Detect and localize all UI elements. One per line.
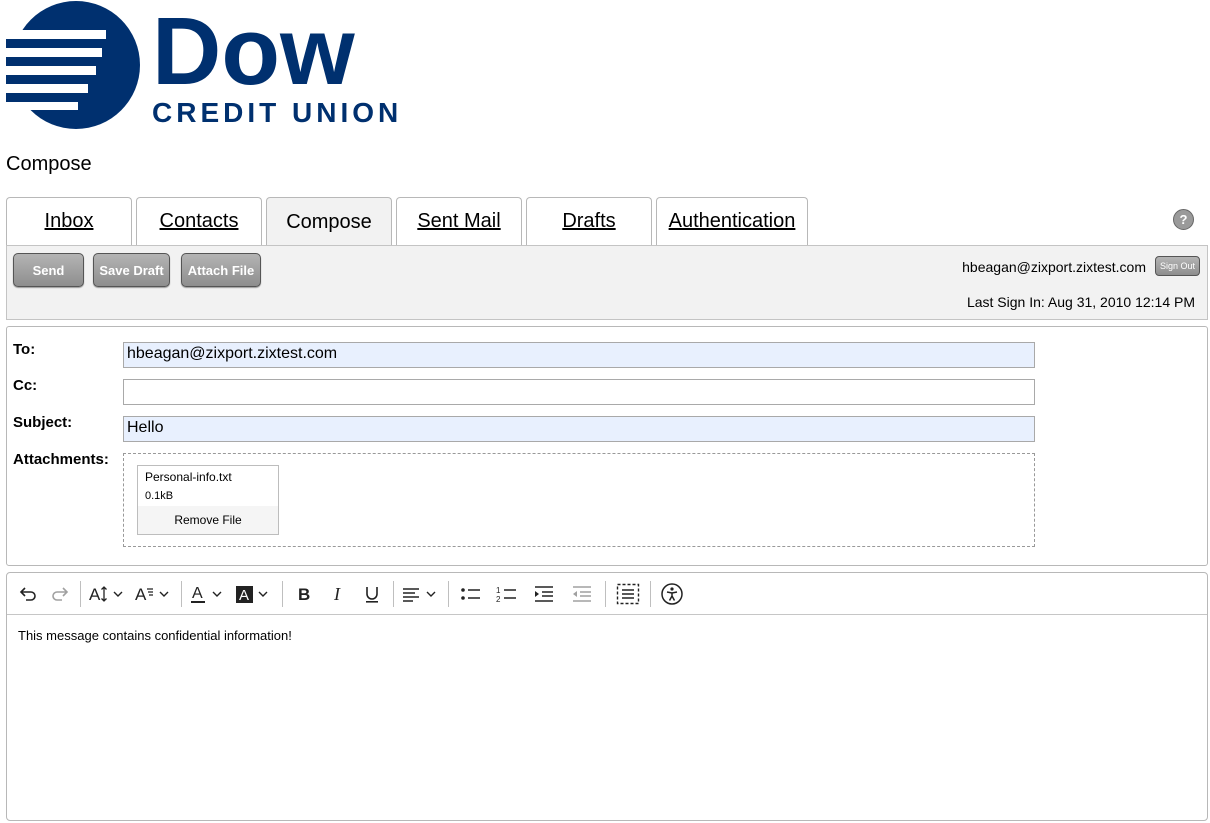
last-sign-in-label: Last Sign In:	[966, 294, 1045, 310]
svg-text:A: A	[192, 585, 203, 602]
redo-icon[interactable]	[46, 579, 74, 609]
cc-label: Cc:	[13, 377, 38, 394]
main-tabs: Inbox Contacts Compose Sent Mail Drafts …	[6, 197, 812, 246]
remove-file-button[interactable]: Remove File	[138, 506, 278, 534]
svg-text:B: B	[298, 585, 310, 604]
editor-toolbar: A A A A B I 12	[7, 573, 1207, 615]
message-body[interactable]: This message contains confidential infor…	[18, 628, 292, 643]
attach-file-button[interactable]: Attach File	[181, 253, 261, 287]
background-color-icon[interactable]: A	[234, 579, 276, 609]
svg-text:2: 2	[496, 595, 501, 604]
font-size-icon[interactable]: A	[87, 579, 129, 609]
attachment-card: Personal-info.txt 0.1kB Remove File	[137, 465, 279, 535]
page-title: Compose	[6, 153, 92, 175]
subject-label: Subject:	[13, 414, 73, 431]
cc-field[interactable]	[123, 379, 1035, 405]
user-email: hbeagan@zixport.zixtest.com	[962, 259, 1146, 275]
select-all-icon[interactable]	[612, 579, 644, 609]
toolbar-separator	[605, 580, 606, 607]
toolbar-separator	[181, 580, 182, 607]
toolbar-separator	[80, 580, 81, 607]
send-button[interactable]: Send	[13, 253, 84, 287]
logo-subtitle: CREDIT UNION	[152, 97, 402, 128]
indent-icon[interactable]	[527, 579, 561, 609]
align-icon[interactable]	[400, 579, 442, 609]
dow-credit-union-logo: Dow CREDIT UNION	[6, 0, 406, 132]
to-field[interactable]: hbeagan@zixport.zixtest.com	[123, 342, 1035, 368]
toolbar-separator	[393, 580, 394, 607]
save-draft-button[interactable]: Save Draft	[93, 253, 170, 287]
attachment-name: Personal-info.txt	[145, 470, 232, 484]
tab-inbox[interactable]: Inbox	[6, 197, 132, 245]
text-color-icon[interactable]: A	[188, 579, 230, 609]
subject-field[interactable]: Hello	[123, 416, 1035, 442]
toolbar-separator	[650, 580, 651, 607]
svg-text:A: A	[239, 587, 249, 604]
last-sign-in: Last Sign In: Aug 31, 2010 12:14 PM	[967, 294, 1195, 310]
attachments-area[interactable]: Personal-info.txt 0.1kB Remove File	[123, 453, 1035, 547]
undo-icon[interactable]	[14, 579, 42, 609]
tab-contacts[interactable]: Contacts	[136, 197, 262, 245]
attachment-size: 0.1kB	[145, 490, 174, 502]
svg-text:A: A	[89, 585, 101, 604]
toolbar-separator	[448, 580, 449, 607]
svg-text:A: A	[135, 585, 147, 604]
tab-sent-mail[interactable]: Sent Mail	[396, 197, 522, 245]
compose-toolbar: Send Save Draft Attach File hbeagan@zixp…	[6, 245, 1208, 320]
tab-authentication[interactable]: Authentication	[656, 197, 808, 245]
tab-compose[interactable]: Compose	[266, 197, 392, 246]
toolbar-separator	[282, 580, 283, 607]
tab-drafts[interactable]: Drafts	[526, 197, 652, 245]
italic-icon[interactable]: I	[323, 579, 353, 609]
bulleted-list-icon[interactable]	[455, 579, 487, 609]
message-editor: A A A A B I 12 This message contains con…	[6, 572, 1208, 821]
outdent-icon[interactable]	[565, 579, 599, 609]
logo-wordmark: Dow	[152, 0, 355, 105]
accessibility-icon[interactable]	[657, 579, 687, 609]
underline-icon[interactable]	[357, 579, 387, 609]
help-icon[interactable]: ?	[1173, 209, 1194, 230]
svg-text:I: I	[333, 584, 341, 604]
attachments-label: Attachments:	[13, 451, 109, 468]
text-style-icon[interactable]: A	[133, 579, 175, 609]
numbered-list-icon[interactable]: 12	[491, 579, 523, 609]
bold-icon[interactable]: B	[289, 579, 319, 609]
to-label: To:	[13, 341, 36, 358]
message-header-form: To: hbeagan@zixport.zixtest.com Cc: Subj…	[6, 326, 1208, 566]
last-sign-in-value: Aug 31, 2010 12:14 PM	[1047, 294, 1195, 310]
svg-text:1: 1	[496, 586, 501, 595]
sign-out-button[interactable]: Sign Out	[1155, 256, 1200, 276]
